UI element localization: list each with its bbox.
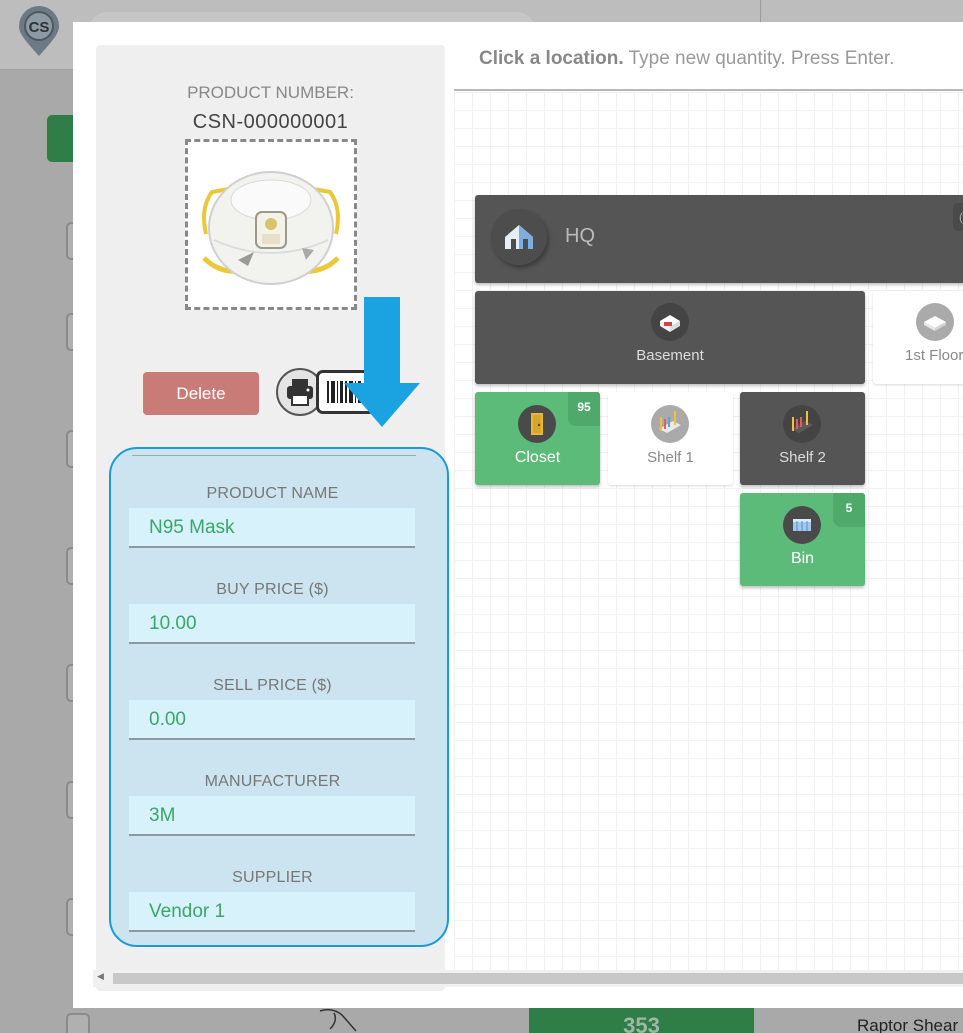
location-hq-badge: (1 — [953, 203, 963, 231]
supplier-label: SUPPLIER — [232, 869, 313, 886]
door-icon — [518, 405, 556, 443]
building-icon — [491, 209, 547, 265]
location-shelf-1[interactable]: Shelf 1 — [608, 392, 733, 485]
manufacturer-input[interactable]: 3M — [129, 796, 415, 836]
location-closet-label: Closet — [514, 449, 561, 466]
down-arrow-annotation-icon — [344, 297, 420, 427]
buy-price-label: BUY PRICE ($) — [216, 581, 329, 598]
scroll-left-arrow-icon[interactable]: ◀ — [97, 972, 104, 982]
location-bin-label: Bin — [790, 550, 815, 567]
horizontal-scrollbar[interactable]: ◀ — [93, 970, 963, 987]
location-basement[interactable]: Basement — [475, 291, 865, 384]
location-first-floor-label: 1st Floor — [905, 347, 963, 364]
background-row-checkbox — [66, 1013, 90, 1033]
floor-icon — [916, 303, 954, 341]
background-product-name: Raptor Shear — [857, 1016, 959, 1033]
location-shelf-1-label: Shelf 1 — [647, 449, 694, 466]
background-divider — [760, 0, 761, 22]
background-quantity-cell: 353 — [529, 1008, 754, 1033]
app-logo-text: CS — [29, 19, 50, 36]
fields-divider — [132, 455, 416, 456]
product-name-label: PRODUCT NAME — [206, 485, 339, 502]
product-image — [194, 148, 348, 301]
basement-icon — [651, 303, 689, 341]
product-image-dropzone[interactable] — [185, 139, 357, 310]
scrollbar-thumb[interactable] — [113, 973, 963, 984]
manufacturer-label: MANUFACTURER — [204, 773, 341, 790]
location-bin-quantity: 5 — [833, 493, 865, 527]
location-first-floor[interactable]: 1st Floor — [873, 291, 963, 384]
location-bin[interactable]: 5 Bin — [740, 493, 865, 586]
background-product-thumbnail — [319, 1008, 357, 1032]
supplier-input[interactable]: Vendor 1 — [129, 892, 415, 932]
buy-price-input[interactable]: 10.00 — [129, 604, 415, 644]
product-number: CSN-000000001 — [192, 111, 349, 133]
delete-button[interactable]: Delete — [143, 372, 259, 415]
location-closet[interactable]: 95 Closet — [475, 392, 600, 485]
bin-icon — [783, 506, 821, 544]
location-shelf-2-label: Shelf 2 — [779, 449, 826, 466]
product-name-input[interactable]: N95 Mask — [129, 508, 415, 548]
shelf-icon — [783, 405, 821, 443]
app-logo-icon: CS — [19, 6, 59, 56]
location-hq[interactable]: HQ (1 — [475, 195, 963, 283]
product-number-label: PRODUCT NUMBER: — [187, 83, 354, 102]
instructions-underline — [454, 89, 963, 91]
product-fields-highlight: PRODUCT NAME N95 Mask BUY PRICE ($) 10.0… — [109, 447, 449, 947]
product-details-panel: PRODUCT NUMBER: CSN-000000001 Delete PRO… — [96, 45, 449, 991]
location-hq-label: HQ — [565, 225, 595, 247]
location-basement-label: Basement — [636, 347, 704, 364]
instructions-rest: Type new quantity. Press Enter. — [623, 48, 895, 69]
location-shelf-2[interactable]: Shelf 2 — [740, 392, 865, 485]
sell-price-label: SELL PRICE ($) — [213, 677, 332, 694]
product-modal: PRODUCT NUMBER: CSN-000000001 Delete PRO… — [73, 22, 963, 1008]
shelf-icon — [651, 405, 689, 443]
location-closet-quantity: 95 — [568, 392, 600, 426]
sell-price-input[interactable]: 0.00 — [129, 700, 415, 740]
instructions: Click a location. Type new quantity. Pre… — [479, 48, 894, 70]
instructions-bold: Click a location. — [479, 48, 624, 69]
